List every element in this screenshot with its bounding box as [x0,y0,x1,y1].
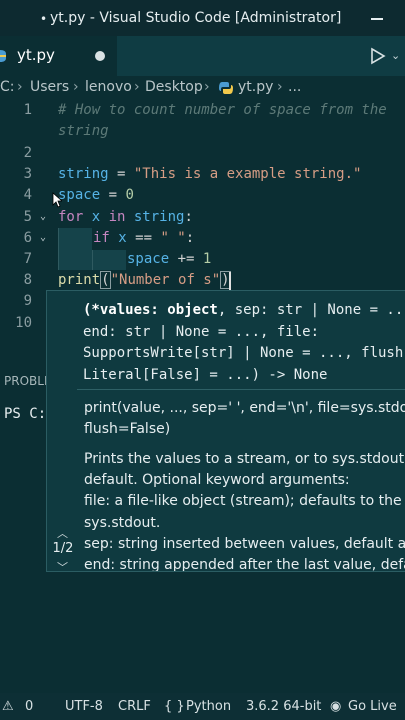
text-cursor [229,272,231,290]
chevron-right-icon: › [134,79,140,95]
run-icon[interactable] [370,47,386,65]
window-title: yt.py - Visual Studio Code [Administrato… [50,10,342,26]
chevron-down-icon[interactable]: ⌄ [391,49,400,62]
python-file-icon [0,50,6,62]
line-number: 5 [23,209,32,225]
minimize-button[interactable] [371,18,383,20]
doc-line: print(value, ..., sep=' ', end='\n', fil… [84,400,405,416]
fold-chevron-icon[interactable]: ⌄ [40,211,46,222]
line-number: 9 [23,293,32,309]
language-status[interactable]: Python [186,699,231,714]
doc-line: default. Optional keyword arguments: [84,472,350,488]
line-number: 10 [15,315,32,331]
doc-line: file: a file-like object (stream); defau… [84,493,402,509]
chevron-down-icon[interactable]: ﹀ [57,559,68,571]
doc-line: sep: string inserted between values, def… [84,536,405,552]
signature-help-popup: (*values: object, sep: str | None = ... … [46,290,405,572]
breadcrumb-drive[interactable]: C: [0,79,15,95]
chevron-right-icon: › [73,79,79,95]
line-number: 4 [23,187,32,203]
breadcrumb-users[interactable]: Users [30,79,69,95]
code-line-3: string = "This is a example string." [58,166,362,182]
status-bar: ⚠ 0 UTF-8 CRLF { } Python 3.6.2 64-bit ◉… [0,693,405,720]
go-live-button[interactable]: Go Live [348,699,397,714]
chevron-right-icon: › [277,79,283,95]
unsaved-indicator-icon: • [40,12,48,26]
tab-label: yt.py [17,46,55,64]
chevron-right-icon: › [204,79,210,95]
doc-line: Prints the values to a stream, or to sys… [84,451,405,467]
line-number: 8 [23,272,32,288]
terminal-output[interactable]: PS C: [4,406,46,422]
interpreter-status[interactable]: 3.6.2 64-bit [246,699,321,714]
line-number: 1 [23,102,32,118]
indent-guide [92,250,93,270]
breadcrumb-desktop[interactable]: Desktop [145,79,203,95]
indent-highlight [58,228,92,270]
code-line-8: print("Number of s") [58,271,231,289]
signature-text: (*values: object, sep: str | None = ... … [83,302,405,383]
chevron-up-icon[interactable]: ︿ [57,525,68,541]
python-file-icon [219,82,233,94]
mouse-pointer-icon [52,192,62,208]
line-number: 2 [23,145,32,161]
breadcrumb: C: › Users › lenovo › Desktop › yt.py › … [0,76,405,100]
panel-tab-problems[interactable]: PROBLE [0,360,52,400]
problems-count[interactable]: 0 [25,699,33,714]
title-bar: • yt.py - Visual Studio Code [Administra… [0,0,405,36]
broadcast-icon: ◉ [330,699,342,714]
indent-highlight [92,250,126,270]
code-line-5: for x in string: [58,209,193,225]
chevron-right-icon: › [17,79,23,95]
line-number: 3 [23,166,32,182]
code-line-1: # How to count number of space from the [58,102,387,118]
eol-status[interactable]: CRLF [118,699,151,714]
breadcrumb-more[interactable]: ... [288,79,301,95]
line-number: 6 [23,230,32,246]
doc-line: sys.stdout. [84,515,161,531]
code-line-1-wrap: string [58,123,109,139]
overload-pager: 1/2 [52,541,74,556]
doc-line: flush=False) [84,421,171,437]
modified-dot-icon[interactable] [95,51,105,61]
line-number: 7 [23,251,32,267]
indent-guide [58,228,59,270]
breadcrumb-file[interactable]: yt.py [238,79,273,95]
breadcrumb-user[interactable]: lenovo [85,79,132,95]
encoding-status[interactable]: UTF-8 [65,699,103,714]
code-line-4: space = 0 [58,187,134,203]
code-line-7: space += 1 [127,251,212,267]
doc-line: end: string appended after the last valu… [84,557,405,572]
warning-icon[interactable]: ⚠ [2,699,14,714]
fold-chevron-icon[interactable]: ⌄ [40,232,46,243]
editor-tab-bar: yt.py ⌄ [0,36,405,76]
language-icon: { } [164,699,185,714]
code-line-6: if x == " ": [93,230,195,246]
popup-divider [77,389,405,390]
tab-yt-py[interactable]: yt.py [0,36,117,76]
